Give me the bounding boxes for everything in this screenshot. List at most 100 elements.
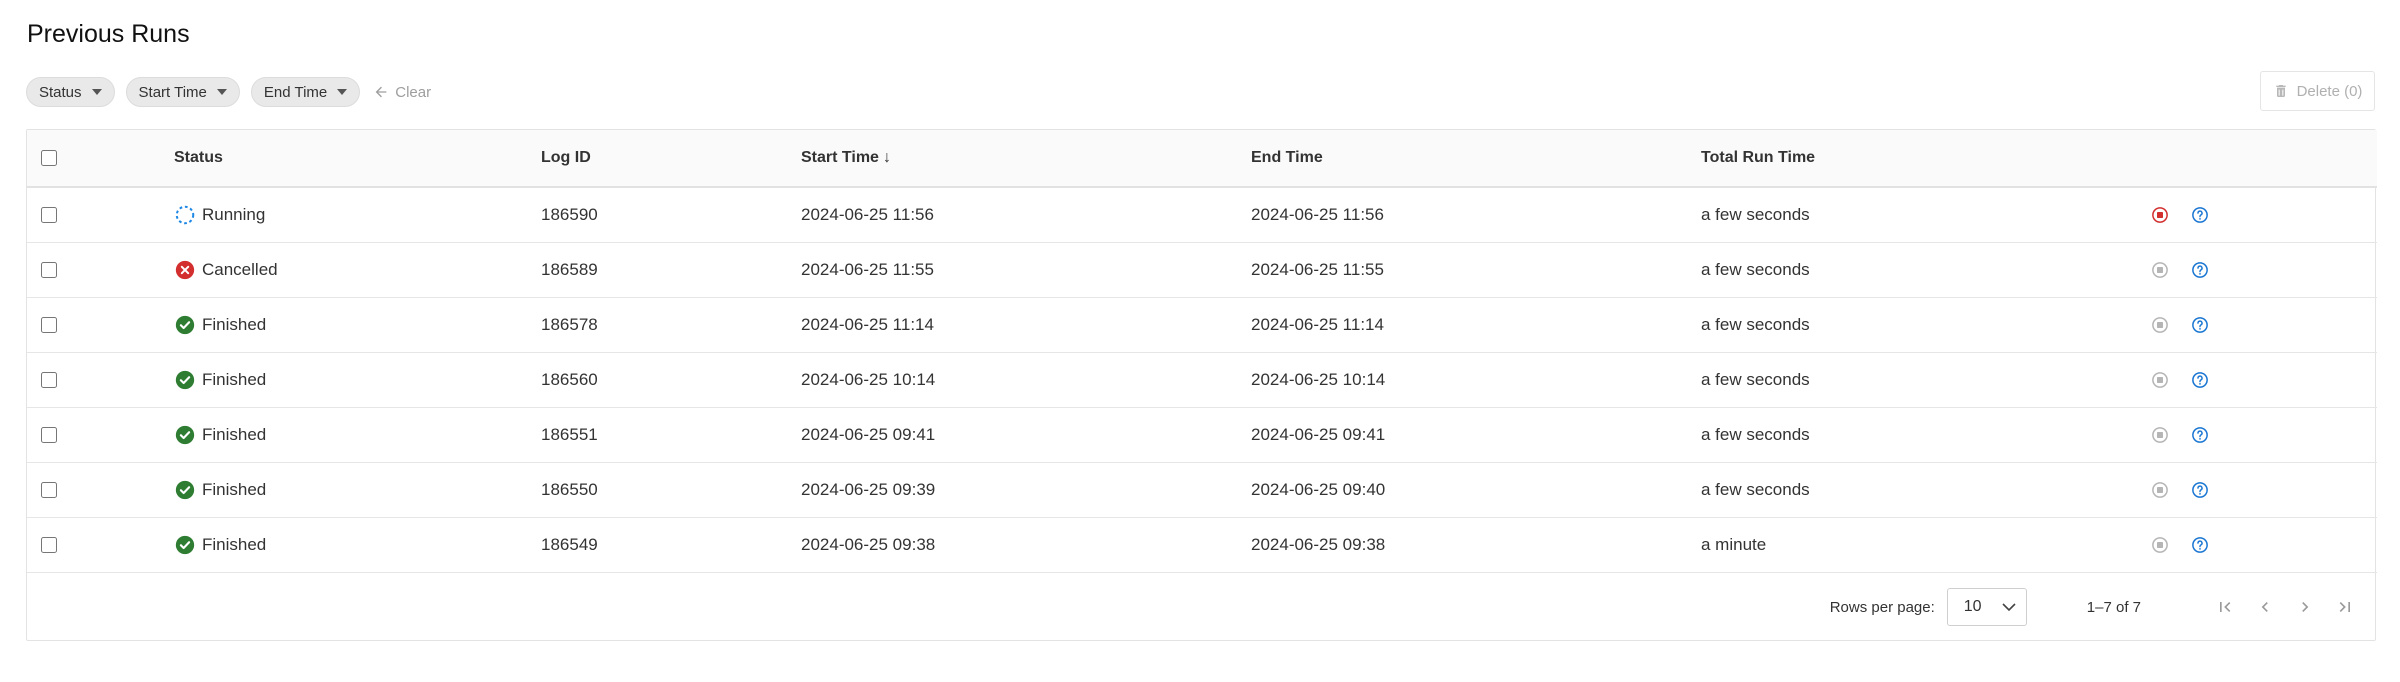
table-row[interactable]: Finished 186560 2024-06-25 10:14 2024-06… [27,352,2377,407]
stop-run-icon[interactable] [2151,261,2169,279]
help-icon[interactable] [2191,536,2209,554]
status-cell: Running [174,187,541,242]
end-time-filter-label: End Time [263,83,328,101]
caret-down-icon [337,89,348,95]
clear-filters-button[interactable]: Clear [373,84,431,101]
row-select-cell [27,242,174,297]
table-row[interactable]: Finished 186578 2024-06-25 11:14 2024-06… [27,297,2377,352]
runs-table-container: Status Log ID Start Time ↓ End Time Total… [26,129,2377,641]
row-checkbox[interactable] [41,206,57,223]
table-row[interactable]: Finished 186551 2024-06-25 09:41 2024-06… [27,407,2377,462]
status-cell: Finished [174,352,541,407]
help-icon[interactable] [2191,426,2209,444]
filter-bar: Status Start Time End Time Clear [26,77,431,107]
sort-desc-icon: ↓ [882,149,891,166]
stop-run-icon[interactable] [2151,316,2169,334]
row-checkbox[interactable] [41,371,57,388]
status-cell: Finished [174,297,541,352]
start-time-header-label: Start Time [801,149,879,166]
start-time-cell: 2024-06-25 09:38 [801,534,936,554]
previous-page-icon[interactable] [2255,597,2275,617]
table-row[interactable]: Cancelled 186589 2024-06-25 11:55 2024-0… [27,242,2377,297]
start-time-cell: 2024-06-25 09:41 [801,424,936,444]
total-run-time-cell: a minute [1701,534,1767,554]
table-row[interactable]: Finished 186549 2024-06-25 09:38 2024-06… [27,517,2377,572]
end-time-cell: 2024-06-25 10:14 [1251,369,1386,389]
log-id-cell: 186589 [541,259,598,279]
log-id-cell: 186551 [541,424,598,444]
start-time-column-header[interactable]: Start Time ↓ [801,130,1251,187]
row-select-cell [27,462,174,517]
arrow-left-icon [375,86,387,98]
last-page-icon[interactable] [2335,597,2355,617]
rows-per-page-select[interactable]: 10 [1946,588,2027,626]
check-circle-icon [175,480,195,499]
delete-button[interactable]: Delete (0) [2260,71,2375,111]
actions-cell [2151,407,2377,462]
caret-down-icon [91,89,102,95]
start-time-filter-chip[interactable]: Start Time [125,77,240,107]
row-select-cell [27,407,174,462]
start-time-cell: 2024-06-25 11:56 [801,204,934,224]
end-time-cell: 2024-06-25 09:41 [1251,424,1386,444]
end-time-cell: 2024-06-25 11:55 [1251,259,1384,279]
pagination-range: 1–7 of 7 [2086,598,2141,616]
row-checkbox[interactable] [41,426,57,443]
stop-run-icon[interactable] [2151,371,2169,389]
row-checkbox[interactable] [41,316,57,333]
page-title: Previous Runs [27,20,190,48]
actions-cell [2151,517,2377,572]
total-run-time-cell: a few seconds [1701,369,1810,389]
check-circle-icon [175,535,195,554]
actions-column-header [2151,130,2377,187]
total-run-time-cell: a few seconds [1701,479,1810,499]
total-run-time-column-header[interactable]: Total Run Time [1701,130,2151,187]
row-select-cell [27,352,174,407]
table-row[interactable]: Running 186590 2024-06-25 11:56 2024-06-… [27,187,2377,242]
help-icon[interactable] [2191,371,2209,389]
end-time-cell: 2024-06-25 11:56 [1251,204,1384,224]
trash-icon [2275,85,2286,97]
row-checkbox[interactable] [41,261,57,278]
status-text: Finished [202,534,267,554]
first-page-icon[interactable] [2215,597,2235,617]
end-time-cell: 2024-06-25 09:40 [1251,479,1386,499]
actions-cell [2151,187,2377,242]
rows-per-page-label: Rows per page: [1829,598,1935,616]
status-filter-chip[interactable]: Status [26,77,115,107]
select-all-checkbox[interactable] [41,150,57,166]
status-cell: Cancelled [174,242,541,297]
row-checkbox[interactable] [41,481,57,498]
start-time-cell: 2024-06-25 09:39 [801,479,936,499]
start-time-cell: 2024-06-25 10:14 [801,369,936,389]
help-icon[interactable] [2191,261,2209,279]
caret-down-icon [216,89,227,95]
stop-run-icon[interactable] [2151,206,2169,224]
row-select-cell [27,517,174,572]
help-icon[interactable] [2191,206,2209,224]
next-page-icon[interactable] [2295,597,2315,617]
stop-run-icon[interactable] [2151,536,2169,554]
help-icon[interactable] [2191,481,2209,499]
log-id-column-header[interactable]: Log ID [541,130,801,187]
end-time-cell: 2024-06-25 09:38 [1251,534,1386,554]
status-text: Finished [202,479,267,499]
table-row[interactable]: Finished 186550 2024-06-25 09:39 2024-06… [27,462,2377,517]
status-text: Finished [202,369,267,389]
end-time-column-header[interactable]: End Time [1251,130,1701,187]
status-text: Running [202,204,266,224]
total-run-time-cell: a few seconds [1701,204,1810,224]
stop-run-icon[interactable] [2151,426,2169,444]
status-column-header[interactable]: Status [174,130,541,187]
stop-run-icon[interactable] [2151,481,2169,499]
actions-cell [2151,352,2377,407]
help-icon[interactable] [2191,316,2209,334]
total-run-time-cell: a few seconds [1701,424,1810,444]
log-id-cell: 186590 [541,204,598,224]
start-time-cell: 2024-06-25 11:14 [801,314,934,334]
status-cell: Finished [174,517,541,572]
row-checkbox[interactable] [41,536,57,553]
log-id-cell: 186550 [541,479,598,499]
runs-table: Status Log ID Start Time ↓ End Time Total… [27,130,2377,573]
end-time-filter-chip[interactable]: End Time [250,77,361,107]
